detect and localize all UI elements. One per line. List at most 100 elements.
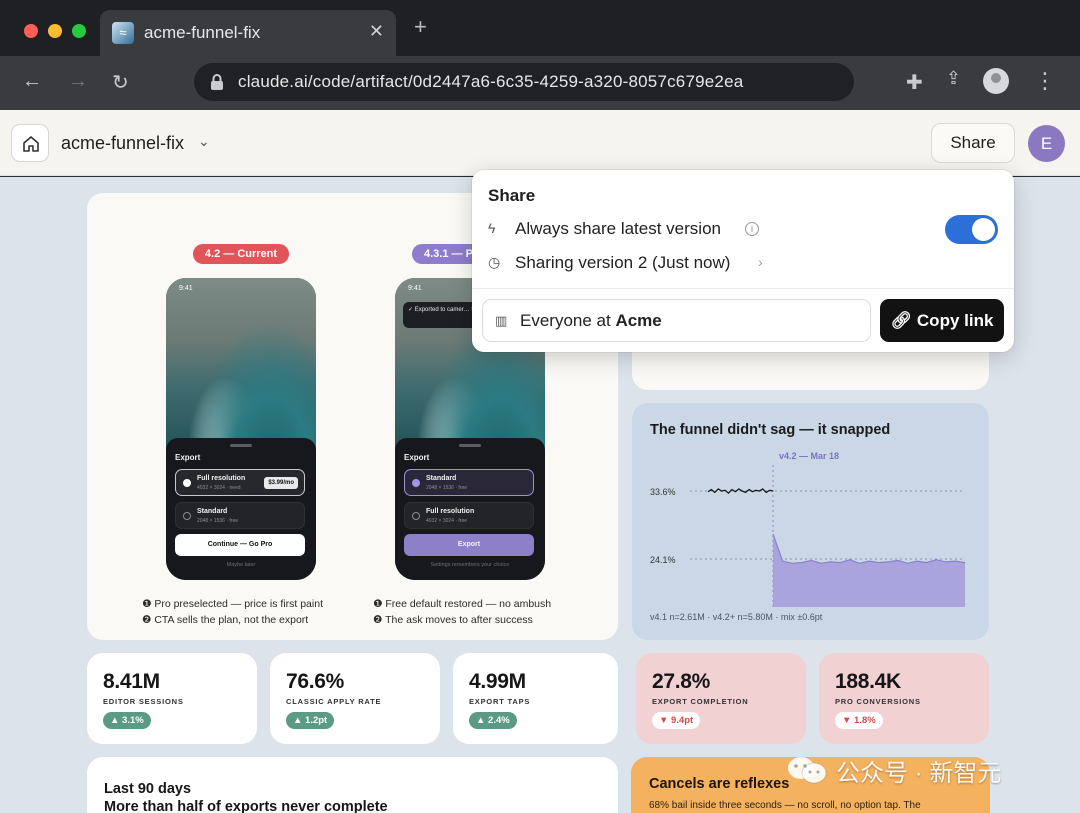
card-heading: Cancels are reflexes bbox=[649, 776, 790, 792]
clock-icon: ◷ bbox=[488, 254, 501, 270]
option-name: Standard bbox=[426, 475, 457, 482]
copy-link-label: Copy link bbox=[916, 311, 994, 330]
tab-title: acme-funnel-fix bbox=[144, 23, 261, 42]
export-option-full-resolution: Full resolution 4032 × 3024 · need $3.99… bbox=[175, 469, 305, 496]
building-icon: ▥ bbox=[495, 313, 508, 328]
option-sub: 4032 × 3024 · need bbox=[197, 485, 241, 491]
sheet-grabber bbox=[459, 444, 481, 447]
kpi-value: 188.4K bbox=[835, 670, 901, 693]
lightning-icon: ϟ bbox=[488, 220, 496, 236]
copy-link-button[interactable]: 🔗︎ Copy link bbox=[880, 299, 1004, 342]
kpi-value: 4.99M bbox=[469, 670, 526, 693]
radio-selected-icon bbox=[412, 479, 420, 487]
new-tab-button[interactable]: + bbox=[414, 16, 427, 38]
option-name: Full resolution bbox=[197, 475, 246, 482]
option-sub: 2048 × 1536 · free bbox=[426, 485, 468, 491]
address-bar[interactable]: claude.ai/code/artifact/0d2447a6-6c35-42… bbox=[194, 63, 854, 101]
option-name: Full resolution bbox=[426, 508, 475, 515]
card-body: 68% bail inside three seconds — no scrol… bbox=[649, 800, 921, 811]
toggle-knob bbox=[972, 218, 995, 241]
funnel-chart-card: The funnel didn't sag — it snapped 33.6%… bbox=[632, 403, 989, 640]
wave-favicon-icon: ≈ bbox=[112, 22, 134, 44]
audience-org: Acme bbox=[615, 311, 662, 330]
kpi-delta-badge: ▲ 1.2pt bbox=[286, 712, 335, 729]
sheet-grabber bbox=[230, 444, 252, 447]
browser-tab[interactable]: ≈ acme-funnel-fix ✕ bbox=[100, 10, 396, 56]
ytick-label-bottom: 24.1% bbox=[650, 555, 676, 565]
tab-close-icon[interactable]: ✕ bbox=[369, 21, 384, 42]
kpi-value: 27.8% bbox=[652, 670, 711, 693]
home-icon bbox=[23, 136, 39, 152]
project-title[interactable]: acme-funnel-fix bbox=[61, 133, 184, 154]
sharing-version-label[interactable]: Sharing version 2 (Just now) bbox=[515, 253, 730, 273]
avatar[interactable]: E bbox=[1028, 125, 1065, 162]
kpi-label: EDITOR SESSIONS bbox=[103, 697, 184, 706]
export-option-standard: Standard 2048 × 1536 · free bbox=[175, 502, 305, 529]
audience-label: Everyone at Acme bbox=[520, 311, 662, 331]
extensions-puzzle-icon[interactable]: ✚ bbox=[906, 70, 923, 95]
browser-tab-bar: ≈ acme-funnel-fix ✕ + bbox=[0, 0, 1080, 56]
share-button[interactable]: Share bbox=[931, 123, 1015, 163]
sheet-footer: Maybe later bbox=[226, 562, 256, 568]
last-90-days-card: Last 90 days More than half of exports n… bbox=[87, 757, 618, 813]
current-notes: ❶ Pro preselected — price is first paint… bbox=[142, 596, 323, 628]
kpi-label: EXPORT COMPLETION bbox=[652, 697, 749, 706]
wave-photo bbox=[166, 278, 316, 458]
kpi-label: EXPORT TAPS bbox=[469, 697, 531, 706]
heading-line-1: Last 90 days bbox=[104, 781, 192, 797]
radio-selected-icon bbox=[183, 479, 191, 487]
kpi-delta-badge: ▲ 2.4% bbox=[469, 712, 517, 729]
back-arrow-icon[interactable]: ← bbox=[22, 70, 42, 93]
export-option-standard: Standard 2048 × 1536 · free bbox=[404, 469, 534, 496]
export-button: Export bbox=[404, 534, 534, 556]
audience-selector[interactable]: ▥ Everyone at Acme bbox=[482, 299, 871, 342]
note-line: ❷ The ask moves to after success bbox=[373, 614, 533, 626]
share-page-icon[interactable]: ⇪ bbox=[946, 68, 961, 89]
ytick-label-top: 33.6% bbox=[650, 487, 676, 497]
share-popover: Share ϟ Always share latest version i ◷ … bbox=[472, 170, 1014, 352]
kpi-value: 8.41M bbox=[103, 670, 160, 693]
kpi-card-editor-sessions: 8.41M EDITOR SESSIONS ▲ 3.1% bbox=[87, 653, 257, 744]
note-line: ❶ Pro preselected — price is first paint bbox=[142, 598, 323, 610]
home-button[interactable] bbox=[11, 124, 49, 162]
maximize-window-button[interactable] bbox=[72, 24, 86, 38]
kpi-card-export-completion: 27.8% EXPORT COMPLETION ▼ 9.4pt bbox=[636, 653, 806, 744]
option-name: Standard bbox=[197, 508, 228, 515]
kpi-delta-badge: ▲ 3.1% bbox=[103, 712, 151, 729]
audience-prefix: Everyone at bbox=[520, 311, 616, 330]
sheet-title: Export bbox=[404, 453, 430, 462]
watermark-text: 公众号 · 新智元 bbox=[836, 760, 1002, 787]
minimize-window-button[interactable] bbox=[48, 24, 62, 38]
note-line: ❶ Free default restored — no ambush bbox=[373, 598, 552, 610]
kpi-value: 76.6% bbox=[286, 670, 345, 693]
chevron-down-icon[interactable]: ⌄ bbox=[198, 133, 210, 150]
option-sub: 2048 × 1536 · free bbox=[197, 518, 239, 524]
note-line: ❷ CTA sells the plan, not the export bbox=[142, 614, 309, 626]
kpi-label: CLASSIC APPLY RATE bbox=[286, 697, 382, 706]
kpi-label: PRO CONVERSIONS bbox=[835, 697, 921, 706]
radio-empty-icon bbox=[183, 512, 191, 520]
export-sheet: Export Standard 2048 × 1536 · free Full … bbox=[395, 438, 545, 580]
always-share-toggle[interactable] bbox=[945, 215, 998, 244]
popover-title: Share bbox=[488, 186, 536, 205]
funnel-chart: 33.6% 24.1% v4.2 — Mar 18 bbox=[650, 451, 966, 607]
info-icon[interactable]: i bbox=[745, 222, 759, 236]
forward-arrow-icon[interactable]: → bbox=[68, 70, 88, 93]
proposed-notes: ❶ Free default restored — no ambush ❷ Th… bbox=[373, 596, 551, 628]
card-heading: Last 90 days More than half of exports n… bbox=[104, 780, 388, 813]
radio-empty-icon bbox=[412, 512, 420, 520]
kpi-card-classic-apply-rate: 76.6% CLASSIC APPLY RATE ▲ 1.2pt bbox=[270, 653, 440, 744]
more-menu-icon[interactable]: ⋮ bbox=[1034, 67, 1056, 95]
reload-icon[interactable]: ↻ bbox=[112, 70, 129, 95]
browser-profile-icon[interactable] bbox=[983, 68, 1009, 94]
url-text: claude.ai/code/artifact/0d2447a6-6c35-42… bbox=[238, 72, 744, 91]
chevron-right-icon[interactable]: › bbox=[758, 254, 763, 270]
sheet-title: Export bbox=[175, 453, 201, 462]
kpi-delta-badge: ▼ 9.4pt bbox=[652, 712, 701, 729]
lock-icon bbox=[211, 74, 223, 90]
phone-mockup-current: 9:41 Export Full resolution 4032 × 3024 … bbox=[166, 278, 316, 580]
kpi-card-export-taps: 4.99M EXPORT TAPS ▲ 2.4% bbox=[453, 653, 618, 744]
phone-time: 9:41 bbox=[179, 285, 193, 292]
sheet-footer: Settings remembers your choice bbox=[430, 562, 510, 568]
close-window-button[interactable] bbox=[24, 24, 38, 38]
